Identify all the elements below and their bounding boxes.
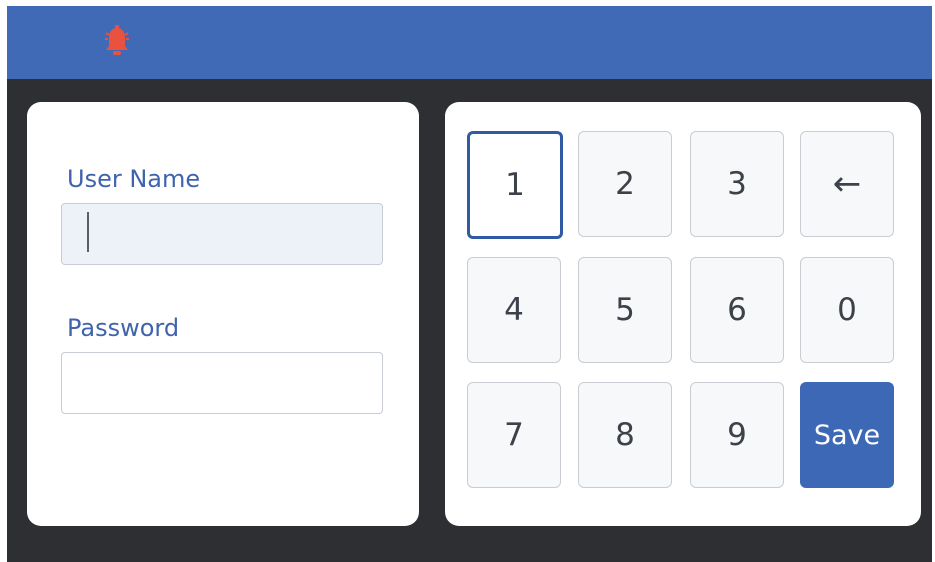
key-9[interactable]: 9 — [690, 382, 784, 488]
key-0[interactable]: 0 — [800, 257, 894, 363]
password-label: Password — [67, 314, 180, 342]
top-bar — [7, 6, 932, 79]
key-8[interactable]: 8 — [578, 382, 672, 488]
login-screen: User Name Password 1 2 3 ← 4 5 6 0 7 8 9… — [7, 6, 932, 562]
key-1[interactable]: 1 — [467, 131, 563, 239]
key-6[interactable]: 6 — [690, 257, 784, 363]
key-3[interactable]: 3 — [690, 131, 784, 237]
alarm-bell-icon[interactable] — [103, 24, 131, 60]
key-7[interactable]: 7 — [467, 382, 561, 488]
keypad-panel: 1 2 3 ← 4 5 6 0 7 8 9 Save — [445, 102, 921, 526]
key-2[interactable]: 2 — [578, 131, 672, 237]
text-caret — [87, 212, 89, 252]
save-button[interactable]: Save — [800, 382, 894, 488]
password-field[interactable] — [61, 352, 383, 414]
username-field[interactable] — [61, 203, 383, 265]
login-form-panel: User Name Password — [27, 102, 419, 526]
backspace-button[interactable]: ← — [800, 131, 894, 237]
key-4[interactable]: 4 — [467, 257, 561, 363]
username-label: User Name — [67, 165, 201, 193]
key-5[interactable]: 5 — [578, 257, 672, 363]
